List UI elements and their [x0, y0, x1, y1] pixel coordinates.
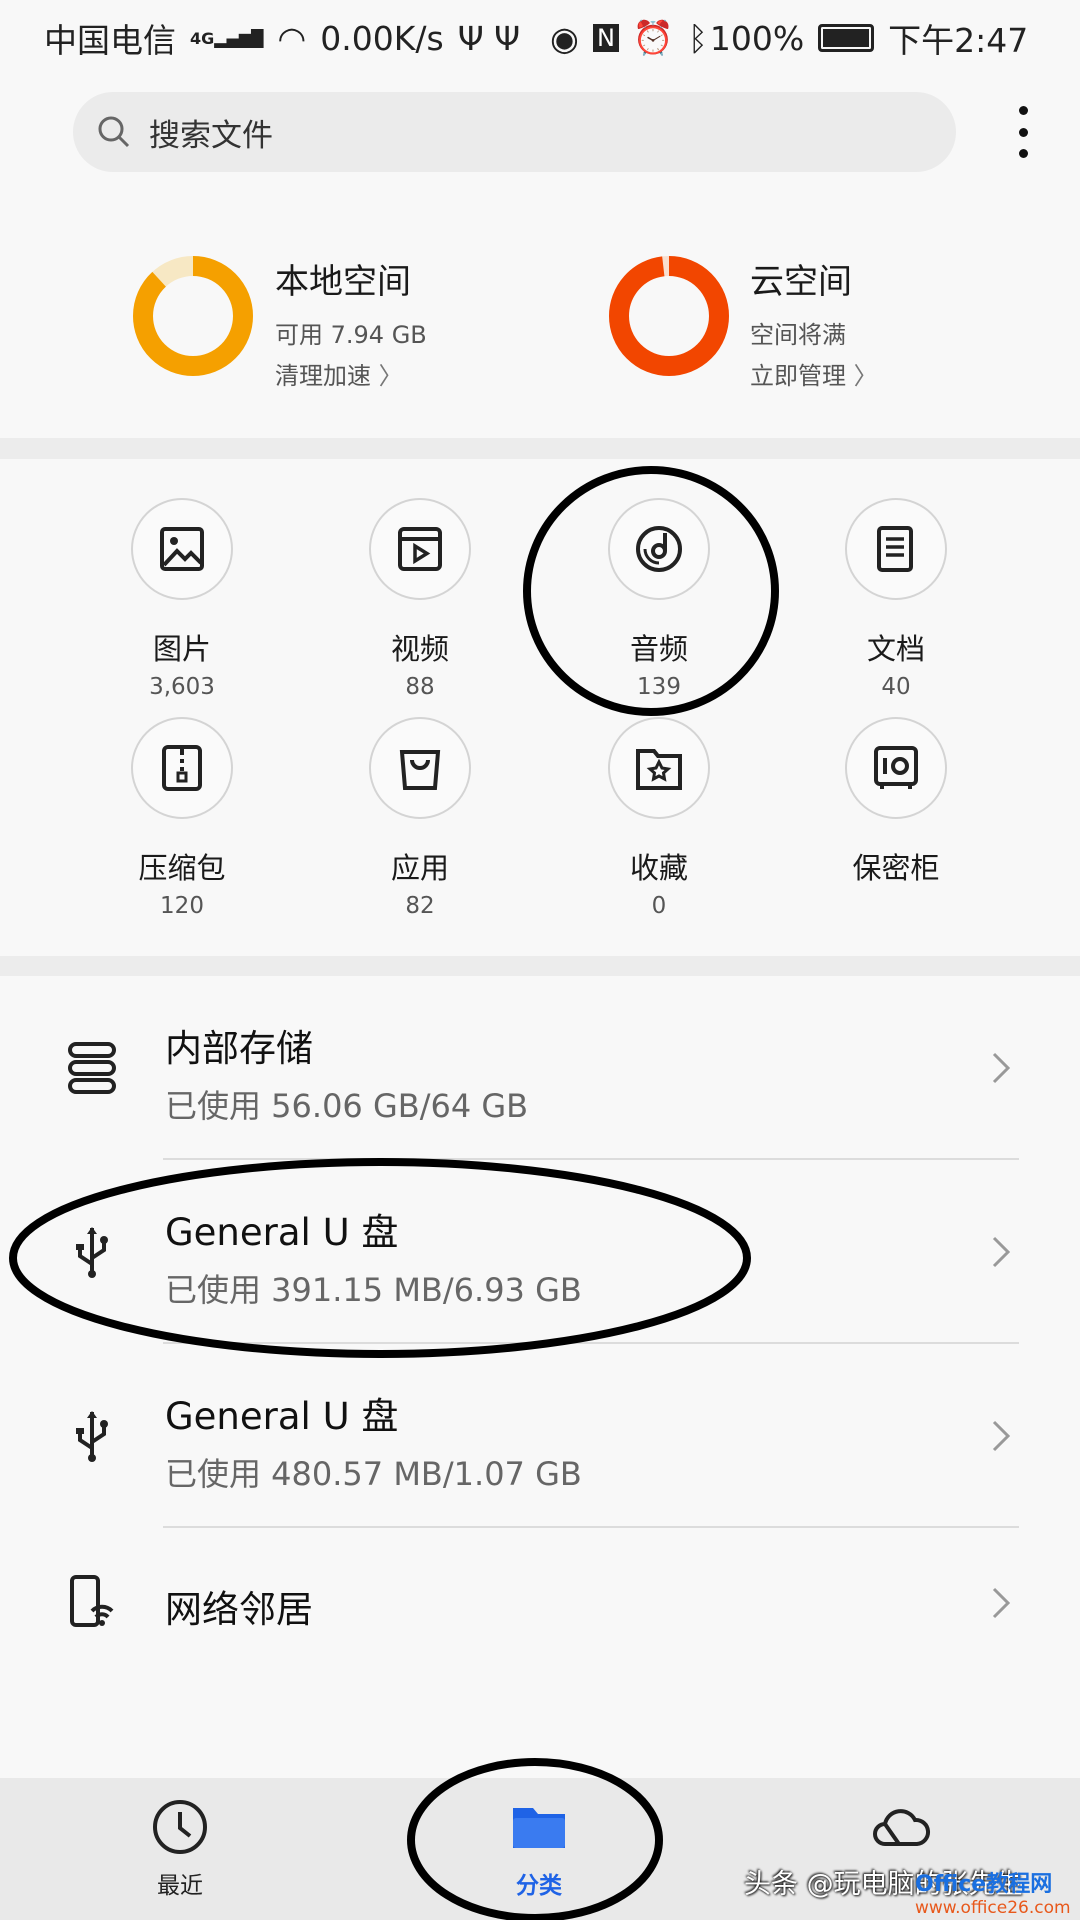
alarm-icon: ⏰ [632, 18, 675, 57]
signal-icon: 4G▂▄▆█ [190, 28, 264, 48]
clock: 下午2:47 [888, 21, 1029, 60]
chevron-right-icon [992, 1052, 1011, 1084]
category-4[interactable]: 压缩包 120 [82, 717, 282, 919]
search-input[interactable]: 搜索文件 [149, 110, 273, 155]
usb-icon [76, 1411, 108, 1462]
storage-action-link[interactable]: 清理加速 〉 [275, 356, 427, 391]
battery-level: 100% [709, 18, 805, 58]
storage-donut [133, 256, 253, 376]
category-7[interactable]: 保密柜 [796, 717, 996, 893]
storage-card-cloud[interactable]: 云空间 空间将满 立即管理 〉 [750, 254, 878, 391]
safe-icon [845, 717, 947, 819]
site-logo: Office教程网 www.office26.com [915, 1872, 1071, 1918]
usb-icon [76, 1227, 108, 1278]
location-item[interactable]: General U 盘 已使用 391.15 MB/6.93 GB [0, 1160, 1080, 1344]
wifi-icon: ◠ [277, 18, 307, 58]
eye-icon: ◉ [550, 18, 579, 58]
location-item[interactable]: General U 盘 已使用 480.57 MB/1.07 GB [0, 1344, 1080, 1528]
chevron-right-icon [992, 1236, 1011, 1268]
chevron-right-icon [992, 1587, 1011, 1619]
category-1[interactable]: 视频 88 [320, 498, 520, 700]
search-icon [98, 116, 130, 148]
storage-donut [609, 256, 729, 376]
usb-icon: Ψ Ψ [457, 18, 521, 58]
network-phone-icon [70, 1575, 114, 1627]
category-3[interactable]: 文档 40 [796, 498, 996, 700]
nfc-icon: N [592, 24, 619, 52]
divider [0, 956, 1080, 976]
zip-icon [131, 717, 233, 819]
document-icon [845, 498, 947, 600]
video-icon [369, 498, 471, 600]
more-menu-button[interactable] [1010, 106, 1036, 158]
clock-icon [153, 1800, 207, 1854]
category-2[interactable]: 音频 139 [559, 498, 759, 700]
tab-cloud[interactable] [820, 1798, 980, 1866]
battery-icon [818, 24, 875, 52]
divider [0, 438, 1080, 459]
chevron-right-icon [992, 1420, 1011, 1452]
status-bar: 中国电信 4G▂▄▆█ ◠ 0.00K/s Ψ Ψ ◉ N ⏰ ᛒ 100% 下… [0, 0, 1080, 76]
tab-categories[interactable]: 分类 [459, 1798, 619, 1900]
carrier: 中国电信 [44, 21, 176, 60]
cloud-icon [873, 1809, 930, 1846]
storage-action-link[interactable]: 立即管理 〉 [750, 356, 878, 391]
net-speed: 0.00K/s [320, 18, 444, 58]
location-item[interactable]: 网络邻居 [0, 1528, 1080, 1678]
search-bar[interactable]: 搜索文件 [73, 92, 956, 172]
category-6[interactable]: 收藏 0 [559, 717, 759, 919]
chevron-right-icon: 〉 [853, 362, 878, 390]
location-item[interactable]: 内部存储 已使用 56.06 GB/64 GB [0, 976, 1080, 1160]
storage-card-local[interactable]: 本地空间 可用 7.94 GB 清理加速 〉 [275, 254, 427, 391]
category-0[interactable]: 图片 3,603 [82, 498, 282, 700]
chevron-right-icon: 〉 [378, 362, 403, 390]
image-icon [131, 498, 233, 600]
star-folder-icon [608, 717, 710, 819]
bluetooth-icon: ᛒ [688, 18, 708, 58]
folder-icon [513, 1808, 565, 1848]
storage-icon [68, 1042, 116, 1094]
category-5[interactable]: 应用 82 [320, 717, 520, 919]
shopping-bag-icon [369, 717, 471, 819]
tab-recent[interactable]: 最近 [100, 1798, 260, 1900]
music-disc-icon [608, 498, 710, 600]
